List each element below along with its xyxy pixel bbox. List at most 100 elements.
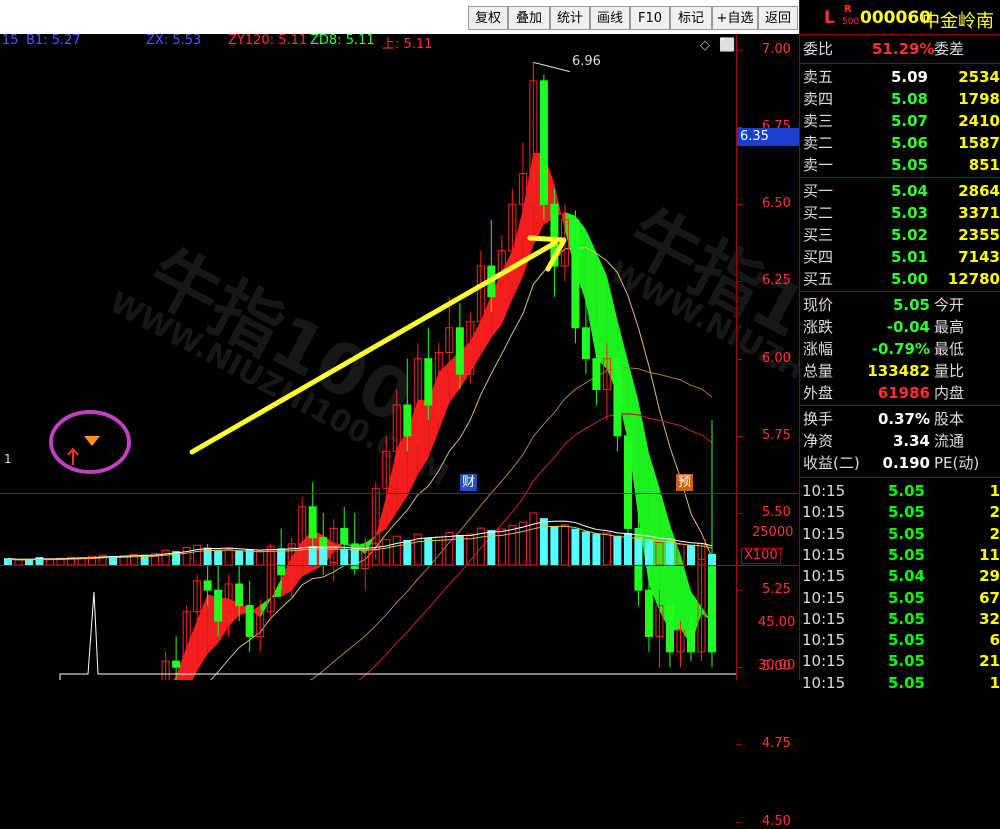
candle-body [581, 327, 590, 360]
volume-bar [592, 533, 601, 566]
diamond-signal-icon [84, 436, 100, 446]
stock-header: L R 500 000060 中金岭南 [800, 0, 1000, 34]
fuquan-button[interactable]: 复权 [468, 6, 508, 30]
tick-volume: 1 [989, 482, 1000, 500]
volume-bar [392, 535, 401, 566]
quote-panel: L R 500 000060 中金岭南 委比 51.29% 委差 卖五 5.09 2… [800, 0, 1000, 692]
draw-line-button[interactable]: 画线 [590, 6, 630, 30]
chart-toolbar: 复权 叠加 统计 画线 F10 标记 +自选 返回 [0, 0, 800, 34]
kline-chart[interactable] [0, 34, 736, 680]
financial-event-marker[interactable]: 财 [460, 474, 478, 491]
volume-bar [644, 539, 653, 566]
tick-row: 10:15 5.05 6 [800, 629, 1000, 651]
tick-time: 10:15 [802, 482, 846, 500]
ma-ribbon-segment [173, 675, 177, 680]
tick-price: 5.05 [887, 609, 925, 628]
quote-row: 涨跌 -0.04 最高 [800, 316, 1000, 338]
ask-label: 卖三 [803, 112, 834, 130]
ma-line-orange [308, 367, 713, 680]
price-axis-label: 5.25 [762, 582, 791, 598]
volume-bar [455, 534, 464, 566]
tick-row: 10:15 5.05 21 [800, 650, 1000, 672]
candle-body [340, 527, 349, 545]
candle-body [539, 80, 548, 205]
tick-time: 10:15 [802, 545, 846, 564]
price-axis-label: 5.75 [762, 427, 791, 443]
tick-price: 5.05 [887, 524, 925, 543]
price-axis-label: 4.75 [762, 736, 791, 752]
bids-divider [800, 291, 1000, 292]
tick-row: 10:15 5.05 32 [800, 608, 1000, 630]
volume-bar [665, 540, 674, 566]
stats-row: 收益(二) 0.190 PE(动) [800, 452, 1000, 474]
volume-bar [686, 544, 695, 566]
volume-bar [424, 537, 433, 566]
back-button[interactable]: 返回 [758, 6, 798, 30]
volume-bar [214, 549, 223, 566]
forecast-event-marker[interactable]: 预 [676, 474, 694, 491]
ask-volume: 2534 [958, 68, 1000, 86]
bid-row: 买五 5.00 12780 [800, 268, 1000, 290]
volume-bar [235, 550, 244, 566]
ma-ribbon-segment [596, 252, 607, 369]
ask-row: 卖一 5.05 851 [800, 154, 1000, 176]
add-watchlist-button[interactable]: +自选 [712, 6, 758, 30]
ask-label: 卖一 [803, 156, 834, 174]
high-marker-line [533, 61, 571, 73]
price-axis-tick [736, 667, 742, 669]
tick-volume: 6 [989, 631, 1000, 650]
ask-volume: 2410 [958, 112, 1000, 130]
tick-time: 10:15 [802, 588, 846, 607]
candle-body [403, 404, 412, 437]
trend-arrow-shaft [189, 240, 558, 455]
ask-label: 卖二 [803, 134, 834, 152]
volume-bar [434, 536, 443, 566]
bid-volume: 12780 [947, 270, 1000, 288]
ask-label: 卖五 [803, 68, 834, 86]
ask-row: 卖三 5.07 2410 [800, 110, 1000, 132]
price-axis-tick [736, 744, 742, 746]
price-axis-tick [736, 512, 742, 514]
stats-label2: 股本 [934, 410, 965, 428]
price-axis-label: 6.50 [762, 196, 791, 212]
ma-ribbon-segment [470, 320, 481, 373]
candle-body [203, 580, 212, 591]
ma-ribbon-segment [375, 496, 387, 536]
diamond-icon[interactable]: ◇ [700, 38, 710, 53]
quote-label: 现价 [803, 296, 834, 314]
stats-value: 3.34 [892, 432, 930, 450]
mark-button[interactable]: 标记 [670, 6, 712, 30]
tick-volume: 29 [979, 567, 1000, 586]
volume-bar [193, 544, 202, 566]
volume-unit-label: X100 [741, 548, 781, 564]
expand-icon[interactable]: ⬜ [719, 38, 735, 53]
quote-label: 涨幅 [803, 340, 834, 358]
overlay-button[interactable]: 叠加 [508, 6, 550, 30]
bid-price: 5.03 [890, 204, 928, 222]
weibi-divider [800, 63, 1000, 64]
ma-ribbon-segment [270, 578, 282, 600]
price-axis-label: 7.00 [762, 42, 791, 57]
tick-row: 10:15 5.05 1 [800, 672, 1000, 694]
indicator-axis-30: 30.00 [758, 658, 796, 673]
ask-volume: 1587 [958, 134, 1000, 152]
ma-ribbon-segment [186, 619, 198, 680]
bid-volume: 2355 [958, 226, 1000, 244]
statistics-button[interactable]: 统计 [550, 6, 590, 30]
tick-price: 5.05 [887, 588, 925, 607]
volume-ma-line [7, 520, 713, 560]
tick-volume: 2 [989, 503, 1000, 522]
tick-volume: 32 [979, 609, 1000, 628]
ma-ribbon-segment [501, 250, 513, 325]
f10-button[interactable]: F10 [630, 6, 670, 30]
quote-value: -0.79% [871, 340, 930, 358]
ask-row: 卖二 5.06 1587 [800, 132, 1000, 154]
bid-label: 买一 [803, 182, 834, 200]
volume-bar [539, 518, 548, 566]
candle-body [686, 629, 695, 653]
volume-bar [518, 521, 527, 566]
quote-value: 5.05 [892, 296, 930, 314]
volume-axis-label: 25000 [752, 525, 794, 540]
tick-row: 10:15 5.05 11 [800, 544, 1000, 566]
ask-price: 5.08 [890, 90, 928, 108]
